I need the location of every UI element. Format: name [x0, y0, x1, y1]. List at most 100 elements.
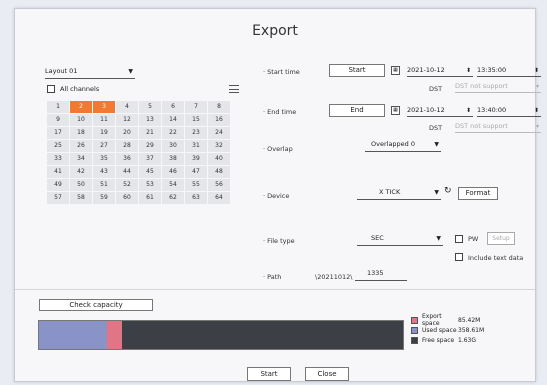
- channel-cell[interactable]: 4: [116, 101, 138, 113]
- channel-cell[interactable]: 57: [47, 192, 69, 204]
- channel-cell[interactable]: 26: [70, 140, 92, 152]
- channel-cell[interactable]: 42: [70, 166, 92, 178]
- channel-cell[interactable]: 52: [116, 179, 138, 191]
- channel-cell[interactable]: 36: [116, 153, 138, 165]
- channel-cell[interactable]: 14: [162, 114, 184, 126]
- channel-cell[interactable]: 32: [208, 140, 230, 152]
- channel-cell[interactable]: 3: [93, 101, 115, 113]
- checkbox-box[interactable]: [47, 85, 55, 93]
- all-channels-checkbox[interactable]: All channels: [47, 85, 99, 93]
- channel-cell[interactable]: 31: [185, 140, 207, 152]
- file-type-select[interactable]: SEC ▼: [357, 233, 443, 246]
- capacity-legend: Export space 85.42M Used space 358.61M Free …: [411, 313, 484, 345]
- channel-cell[interactable]: 61: [139, 192, 161, 204]
- spin-icon[interactable]: ⬍: [534, 65, 539, 76]
- channel-cell[interactable]: 56: [208, 179, 230, 191]
- end-date-field[interactable]: 2021-10-12 ⬍: [407, 105, 473, 117]
- start-export-button[interactable]: Start: [247, 367, 291, 381]
- path-input[interactable]: 1335: [355, 268, 407, 281]
- channel-cell[interactable]: 16: [208, 114, 230, 126]
- channel-cell[interactable]: 10: [70, 114, 92, 126]
- channel-cell[interactable]: 6: [162, 101, 184, 113]
- start-date-field[interactable]: 2021-10-12 ⬍: [407, 65, 473, 77]
- channel-cell[interactable]: 39: [185, 153, 207, 165]
- channel-cell[interactable]: 48: [208, 166, 230, 178]
- layout-select[interactable]: Layout 01 ▼: [45, 65, 135, 79]
- channel-cell[interactable]: 45: [139, 166, 161, 178]
- calendar-icon[interactable]: ▦: [391, 66, 400, 75]
- channel-cell[interactable]: 46: [162, 166, 184, 178]
- channel-cell[interactable]: 62: [162, 192, 184, 204]
- channel-cell[interactable]: 24: [208, 127, 230, 139]
- channel-cell[interactable]: 15: [185, 114, 207, 126]
- menu-icon[interactable]: [229, 85, 239, 94]
- channel-cell[interactable]: 21: [139, 127, 161, 139]
- channel-cell[interactable]: 1: [47, 101, 69, 113]
- start-time-field[interactable]: 13:35:00 ⬍: [477, 65, 541, 77]
- channel-cell[interactable]: 38: [162, 153, 184, 165]
- channel-cell[interactable]: 35: [93, 153, 115, 165]
- channel-cell[interactable]: 2: [70, 101, 92, 113]
- channel-cell[interactable]: 29: [139, 140, 161, 152]
- end-button[interactable]: End: [329, 104, 385, 117]
- channel-cell[interactable]: 55: [185, 179, 207, 191]
- format-button[interactable]: Format: [458, 187, 498, 200]
- check-capacity-button[interactable]: Check capacity: [39, 299, 153, 311]
- legend-value: 85.42M: [458, 316, 481, 324]
- overlap-select[interactable]: Overlapped 0 ▼: [365, 139, 441, 152]
- channel-cell[interactable]: 20: [116, 127, 138, 139]
- channel-cell[interactable]: 43: [93, 166, 115, 178]
- channel-cell[interactable]: 7: [185, 101, 207, 113]
- end-time-field[interactable]: 13:40:00 ⬍: [477, 105, 541, 117]
- chevron-down-icon: ▼: [436, 235, 441, 242]
- close-button[interactable]: Close: [305, 367, 349, 381]
- channel-cell[interactable]: 22: [162, 127, 184, 139]
- channel-cell[interactable]: 49: [47, 179, 69, 191]
- channel-cell[interactable]: 64: [208, 192, 230, 204]
- channel-cell[interactable]: 34: [70, 153, 92, 165]
- channel-cell[interactable]: 30: [162, 140, 184, 152]
- pw-checkbox[interactable]: [455, 235, 463, 243]
- channel-cell[interactable]: 9: [47, 114, 69, 126]
- channel-cell[interactable]: 44: [116, 166, 138, 178]
- include-text-checkbox[interactable]: [455, 253, 463, 261]
- export-space-segment: [107, 321, 122, 349]
- channel-cell[interactable]: 50: [70, 179, 92, 191]
- channel-cell[interactable]: 18: [70, 127, 92, 139]
- channel-cell[interactable]: 41: [47, 166, 69, 178]
- device-select[interactable]: X TICK ▼: [357, 187, 441, 200]
- channel-cell[interactable]: 63: [185, 192, 207, 204]
- channel-cell[interactable]: 27: [93, 140, 115, 152]
- channel-cell[interactable]: 12: [116, 114, 138, 126]
- calendar-icon[interactable]: ▦: [391, 106, 400, 115]
- legend-swatch: [411, 326, 418, 334]
- refresh-icon[interactable]: ↻: [444, 186, 452, 196]
- channel-cell[interactable]: 51: [93, 179, 115, 191]
- channel-cell[interactable]: 11: [93, 114, 115, 126]
- overlap-text: Overlap: [267, 145, 293, 153]
- channel-cell[interactable]: 17: [47, 127, 69, 139]
- channel-cell[interactable]: 19: [93, 127, 115, 139]
- spin-icon[interactable]: ⬍: [466, 105, 471, 116]
- channel-cell[interactable]: 54: [162, 179, 184, 191]
- channel-cell[interactable]: 25: [47, 140, 69, 152]
- channel-cell[interactable]: 53: [139, 179, 161, 191]
- start-button[interactable]: Start: [329, 64, 385, 77]
- channel-cell[interactable]: 60: [116, 192, 138, 204]
- channel-cell[interactable]: 5: [139, 101, 161, 113]
- end-time-value: 13:40:00: [477, 106, 507, 114]
- spin-icon[interactable]: ⬍: [534, 105, 539, 116]
- spin-icon[interactable]: ⬍: [466, 65, 471, 76]
- all-channels-label: All channels: [60, 85, 100, 93]
- channel-cell[interactable]: 47: [185, 166, 207, 178]
- channel-cell[interactable]: 8: [208, 101, 230, 113]
- legend-item: Free space 1.63G: [411, 335, 484, 345]
- channel-cell[interactable]: 28: [116, 140, 138, 152]
- channel-cell[interactable]: 23: [185, 127, 207, 139]
- channel-cell[interactable]: 59: [93, 192, 115, 204]
- channel-cell[interactable]: 58: [70, 192, 92, 204]
- channel-cell[interactable]: 33: [47, 153, 69, 165]
- channel-cell[interactable]: 13: [139, 114, 161, 126]
- channel-cell[interactable]: 40: [208, 153, 230, 165]
- channel-cell[interactable]: 37: [139, 153, 161, 165]
